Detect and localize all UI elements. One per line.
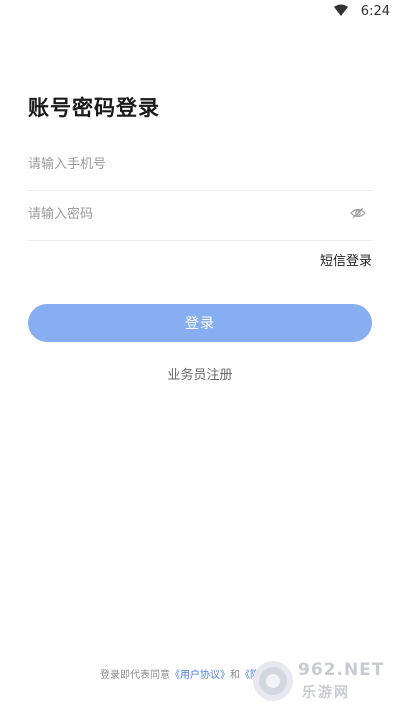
agreement-text: 登录即代表同意《用户协议》和《隐私 xyxy=(100,666,270,681)
status-time: 6:24 xyxy=(360,4,390,19)
phone-field xyxy=(28,140,372,191)
page-title: 账号密码登录 xyxy=(28,96,160,120)
password-input[interactable] xyxy=(28,190,328,238)
agreement-conjunction: 和 xyxy=(230,670,240,681)
eye-off-icon[interactable] xyxy=(350,207,366,219)
agreement-prefix: 登录即代表同意 xyxy=(100,670,170,681)
login-button[interactable]: 登录 xyxy=(28,304,372,342)
sms-login-link[interactable]: 短信登录 xyxy=(320,250,372,269)
salesperson-register-link[interactable]: 业务员注册 xyxy=(0,364,400,383)
watermark-subtext: 乐游网 xyxy=(302,685,350,701)
watermark-text: 962.NET xyxy=(298,660,385,680)
status-bar: 6:24 xyxy=(0,0,400,24)
user-agreement-link[interactable]: 《用户协议》 xyxy=(170,670,230,681)
watermark-logo-icon xyxy=(253,661,293,701)
wifi-icon xyxy=(334,4,348,16)
password-field xyxy=(28,190,372,241)
phone-input[interactable] xyxy=(28,140,328,188)
watermark: 962.NET 乐游网 xyxy=(250,658,385,704)
